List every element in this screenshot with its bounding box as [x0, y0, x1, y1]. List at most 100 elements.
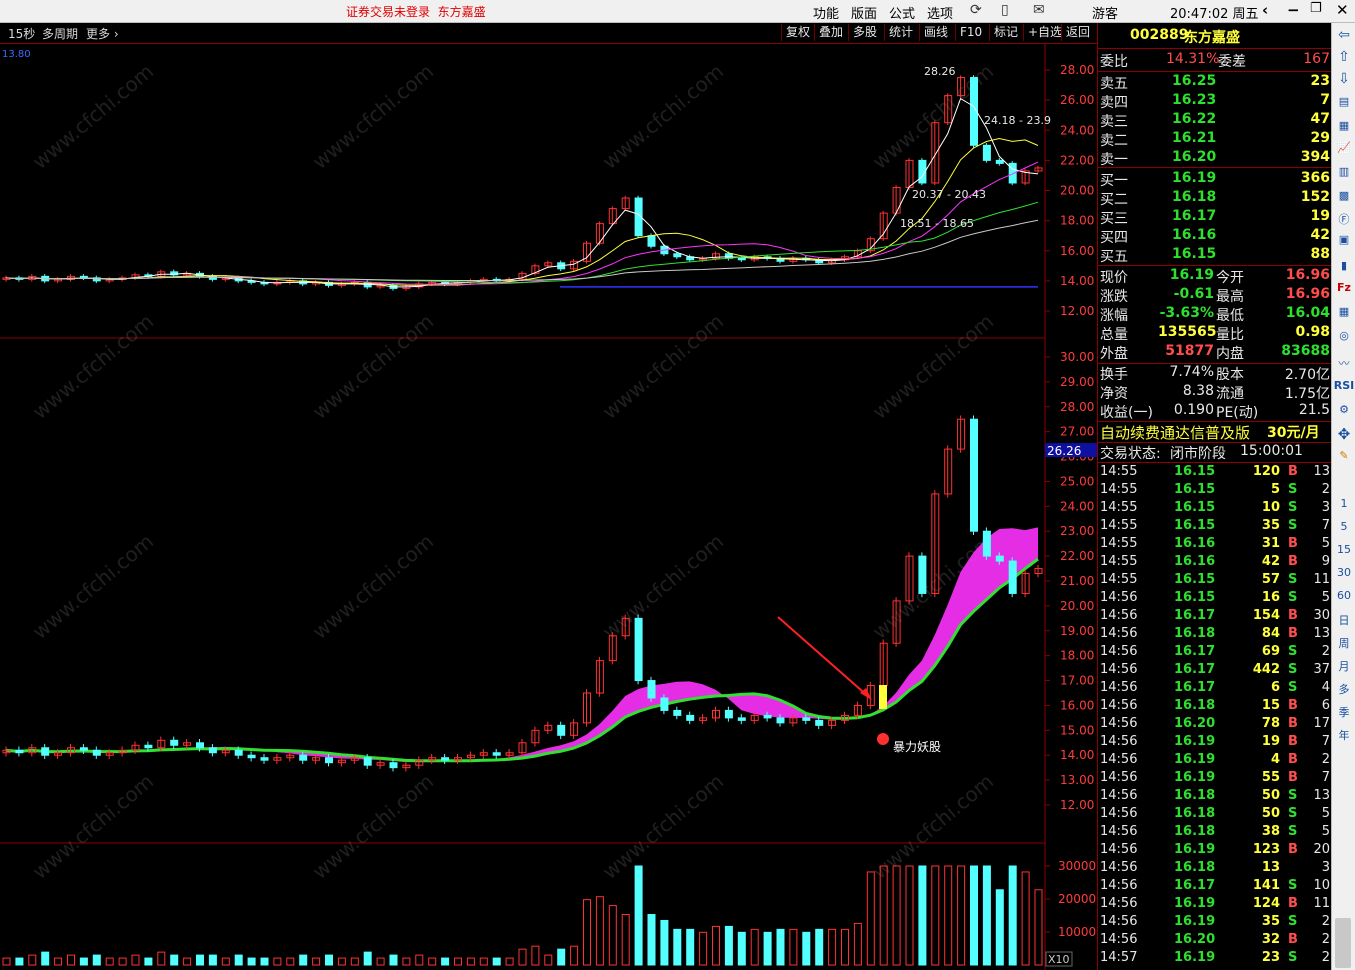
promo-price[interactable]: 30元/月 [1267, 422, 1320, 442]
tick-count: 3 [1321, 860, 1330, 875]
tick-time: 14:56 [1100, 770, 1138, 785]
volume-bar [2, 957, 11, 966]
volume-bar [67, 954, 75, 966]
title-bar: 证券交易未登录 东方嘉盛 功能 版面 公式 选项 ⟳ ▯ ✉ 游客 20:47:… [0, 0, 1355, 23]
volume-bar [621, 914, 630, 966]
line-chart-icon[interactable]: 📈 [1332, 141, 1355, 154]
current-price-tag: 26.26 [1047, 444, 1081, 458]
candle-body [737, 257, 746, 261]
pencil-icon[interactable]: ✎ [1332, 449, 1355, 462]
more-button[interactable]: 更多 › [86, 25, 119, 42]
ask-price: 16.22 [1172, 111, 1217, 127]
list-icon[interactable]: ▤ [1332, 95, 1355, 108]
period-button-8[interactable]: 多 [1332, 681, 1355, 697]
indicator-y-tick: 30.00 [1060, 350, 1094, 364]
close-icon[interactable]: ✕ [1336, 1, 1349, 19]
tick-time: 14:55 [1100, 518, 1138, 533]
tick-row: 14:55 16.15 57 S 11 [1098, 572, 1332, 590]
overlay-button[interactable]: 叠加 [814, 24, 847, 41]
tick-time: 14:56 [1100, 860, 1138, 875]
period-button-3[interactable]: 30 [1332, 566, 1355, 579]
grid-icon[interactable]: ▩ [1332, 189, 1355, 202]
gear-icon[interactable]: ⚙ [1332, 403, 1355, 416]
kline-chart-area[interactable]: www.cfchi.com www.cfchi.com www.cfchi.com w… [0, 44, 1097, 970]
period-selector[interactable]: 15秒 [8, 25, 35, 42]
draw-line-button[interactable]: 画线 [919, 24, 952, 41]
period-button-6[interactable]: 周 [1332, 635, 1355, 651]
period-button-9[interactable]: 季 [1332, 704, 1355, 720]
kline-icon[interactable]: ▥ [1332, 165, 1355, 178]
minimize-icon[interactable]: − [1287, 1, 1300, 19]
volume-bar [905, 865, 914, 966]
scrollbar-thumb[interactable] [1335, 918, 1351, 968]
volume-bar [1034, 889, 1043, 966]
table-icon[interactable]: ▦ [1332, 119, 1355, 132]
period-button-10[interactable]: 年 [1332, 727, 1355, 743]
period-button-1[interactable]: 5 [1332, 520, 1355, 533]
bid-price: 16.16 [1172, 227, 1217, 243]
ask-label: 卖四 [1100, 95, 1128, 111]
volume-bar [415, 954, 424, 966]
menu-formula[interactable]: 公式 [889, 3, 915, 22]
refresh-icon[interactable]: ⟳ [970, 2, 982, 18]
phone-icon[interactable]: ▯ [1001, 2, 1009, 18]
tick-price: 16.18 [1174, 626, 1216, 641]
calc-icon[interactable]: ▦ [1332, 305, 1355, 318]
period-button-4[interactable]: 60 [1332, 589, 1355, 602]
quote-value: -0.61 [1173, 286, 1214, 302]
restore-icon[interactable]: ❐ [1310, 1, 1322, 16]
menu-options[interactable]: 选项 [927, 3, 953, 22]
chart-toolbar: 15秒 多周期 更多 › 复权 叠加 多股 统计 画线 F10 标记 +自选 返… [0, 23, 1097, 44]
promo-link[interactable]: 自动续费通达信普及版 [1100, 422, 1250, 443]
chart-icon[interactable]: ▣ [1332, 233, 1355, 246]
tick-volume: 35 [1261, 914, 1280, 929]
tick-side: B [1288, 734, 1298, 749]
mark-button[interactable]: 标记 [989, 24, 1022, 41]
stats-button[interactable]: 统计 [884, 24, 917, 41]
period-button-5[interactable]: 日 [1332, 612, 1355, 628]
f10-button[interactable]: F10 [955, 24, 986, 41]
trend-icon[interactable]: 〰 [1332, 355, 1355, 371]
back-icon[interactable]: ‹ [1262, 1, 1268, 19]
period-button-0[interactable]: 1 [1332, 497, 1355, 510]
multi-stock-button[interactable]: 多股 [848, 24, 881, 41]
ind-candle-body [196, 742, 204, 749]
period-button-2[interactable]: 15 [1332, 543, 1355, 556]
menu-layout[interactable]: 版面 [851, 3, 877, 22]
period-button-7[interactable]: 月 [1332, 658, 1355, 674]
user-guest[interactable]: 游客 [1092, 3, 1118, 22]
volume-bar [299, 954, 308, 966]
arrow-up-icon[interactable]: ⇧ [1332, 49, 1355, 65]
fz-icon[interactable]: Fz [1332, 281, 1355, 294]
main-y-tick: 20.00 [1060, 184, 1094, 198]
tick-time: 14:56 [1100, 662, 1138, 677]
rsi-icon[interactable]: RSI [1332, 379, 1355, 392]
watermark: www.cfchi.com [28, 309, 158, 424]
multi-period-button[interactable]: 多周期 [42, 25, 78, 42]
arrow-down-icon[interactable]: ⇩ [1332, 71, 1355, 87]
volume-bar [595, 896, 604, 966]
main-y-tick: 22.00 [1060, 153, 1094, 167]
tick-price: 16.19 [1174, 950, 1216, 965]
return-button[interactable]: 返回 [1061, 24, 1094, 41]
login-alert[interactable]: 证券交易未登录 东方嘉盛 [346, 3, 486, 20]
circle-icon[interactable]: ◎ [1332, 329, 1355, 342]
menu-function[interactable]: 功能 [813, 3, 839, 22]
move-icon[interactable]: ✥ [1332, 425, 1355, 443]
tick-price: 16.17 [1174, 644, 1216, 659]
ind-candle-body [247, 754, 256, 759]
mail-icon[interactable]: ✉ [1033, 2, 1045, 18]
arrow-left-icon[interactable]: ⇦ [1332, 27, 1355, 43]
f-icon[interactable]: Ⓕ [1332, 211, 1355, 227]
volume-bar [170, 954, 179, 966]
price-annotation: 24.18 - 23.9 [984, 114, 1051, 127]
add-favorite-button[interactable]: +自选 [1023, 24, 1066, 41]
tick-price: 16.18 [1174, 824, 1216, 839]
adjust-button[interactable]: 复权 [781, 24, 814, 41]
main-y-tick: 18.00 [1060, 214, 1094, 228]
tick-count: 37 [1313, 662, 1330, 677]
signal-arrow [777, 616, 871, 699]
tick-price: 16.19 [1174, 914, 1216, 929]
bars-icon[interactable]: ▮ [1332, 259, 1355, 272]
price-annotation: 18.51 - 18.65 [900, 217, 974, 230]
